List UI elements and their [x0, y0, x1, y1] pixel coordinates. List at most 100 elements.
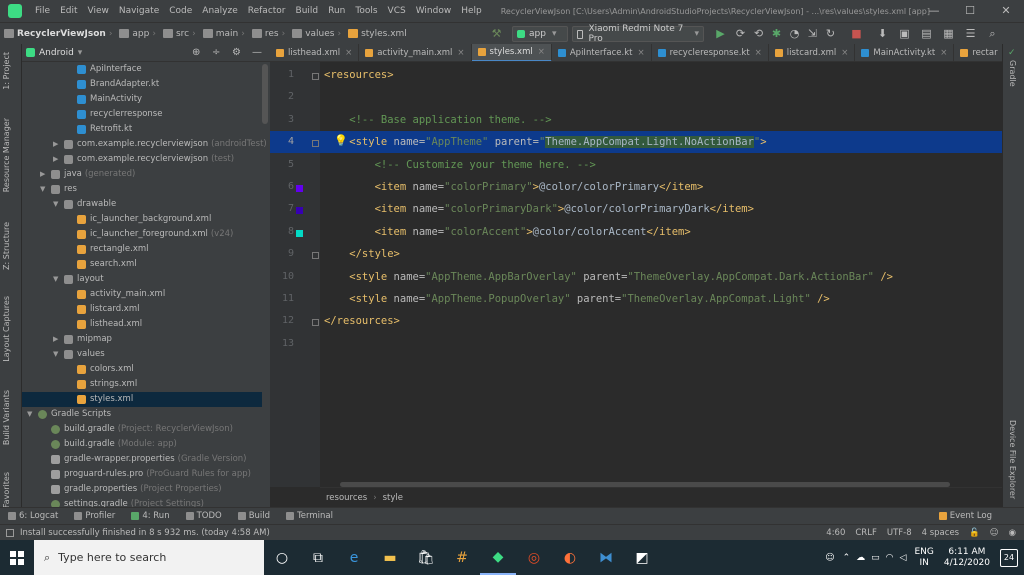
tree-item[interactable]: gradle-wrapper.properties (Gradle Version…: [40, 452, 270, 467]
chevron-down-icon[interactable]: ▾: [78, 48, 83, 58]
clock[interactable]: 6:11 AM 4/12/2020: [944, 547, 990, 569]
people-icon[interactable]: ☺: [825, 553, 834, 563]
tool-event-log[interactable]: Event Log: [931, 511, 1000, 521]
tree-item[interactable]: build.gradle (Module: app): [40, 437, 270, 452]
layout-inspector-icon[interactable]: ▦: [942, 27, 955, 40]
nav-crumb[interactable]: app ›: [115, 29, 159, 39]
tree-item[interactable]: listcard.xml: [66, 302, 296, 317]
store-icon[interactable]: 🛍: [408, 540, 444, 575]
fold-icon[interactable]: [312, 252, 319, 260]
tree-item[interactable]: ▼ Gradle Scripts: [27, 407, 257, 422]
tree-item[interactable]: search.xml: [66, 257, 296, 272]
slack-icon[interactable]: #: [444, 540, 480, 575]
tree-item[interactable]: gradle.properties (Project Properties): [40, 482, 270, 497]
color-swatch-icon[interactable]: [296, 207, 303, 215]
nav-crumb[interactable]: res ›: [248, 29, 288, 39]
menu-file[interactable]: File: [30, 6, 55, 16]
fold-icon[interactable]: [312, 140, 319, 148]
menu-window[interactable]: Window: [411, 6, 457, 16]
taskbar-search[interactable]: ⌕ Type here to search: [34, 540, 264, 575]
expanded-arrow-icon[interactable]: ▼: [40, 182, 49, 197]
tool-tab-resource-manager[interactable]: Resource Manager: [2, 118, 11, 192]
tree-item[interactable]: ▼ layout: [53, 272, 283, 287]
breadcrumb-resources[interactable]: resources: [326, 493, 367, 503]
close-tab-icon[interactable]: ×: [538, 47, 545, 57]
breadcrumb-style[interactable]: style: [383, 493, 403, 503]
menu-edit[interactable]: Edit: [55, 6, 82, 16]
hide-panel-icon[interactable]: —: [252, 47, 262, 58]
collapsed-arrow-icon[interactable]: ▶: [53, 332, 62, 347]
tree-item[interactable]: ▼ res: [40, 182, 270, 197]
tree-item[interactable]: listhead.xml: [66, 317, 296, 332]
tree-item[interactable]: styles.xml: [22, 392, 262, 407]
nav-crumb[interactable]: RecyclerViewJson ›: [0, 29, 115, 39]
nav-crumb[interactable]: main ›: [199, 29, 248, 39]
gear-icon[interactable]: ⚙: [232, 47, 241, 58]
tree-item[interactable]: Retrofit.kt: [66, 122, 296, 137]
task-view-icon[interactable]: ⧉: [300, 540, 336, 575]
apply-code-icon[interactable]: ⟲: [752, 27, 765, 40]
tool-tab-favorites[interactable]: Favorites: [2, 472, 11, 508]
tool-todo[interactable]: TODO: [178, 511, 230, 521]
nav-crumb[interactable]: values ›: [288, 29, 344, 39]
editor-tab[interactable]: recycleresponse.kt ×: [652, 44, 769, 61]
close-tab-icon[interactable]: ×: [637, 48, 644, 58]
nav-crumb[interactable]: styles.xml: [344, 29, 407, 39]
expanded-arrow-icon[interactable]: ▼: [53, 347, 62, 362]
inspector-icon[interactable]: ☺: [990, 528, 999, 538]
memory-icon[interactable]: ◉: [1009, 528, 1016, 538]
menu-analyze[interactable]: Analyze: [197, 6, 242, 16]
menu-view[interactable]: View: [83, 6, 114, 16]
collapse-icon[interactable]: ÷: [212, 47, 220, 58]
tree-item[interactable]: ▼ values: [53, 347, 283, 362]
fold-icon[interactable]: [312, 319, 319, 327]
android-studio-taskbar-icon[interactable]: ◆: [480, 540, 516, 575]
project-view-selector[interactable]: Android: [39, 48, 74, 58]
collapsed-arrow-icon[interactable]: ▶: [53, 152, 62, 167]
tree-item[interactable]: ▼ drawable: [53, 197, 283, 212]
vscode-icon[interactable]: ⧓: [588, 540, 624, 575]
menu-vcs[interactable]: VCS: [383, 6, 411, 16]
chrome-icon[interactable]: ◎: [516, 540, 552, 575]
tool-run[interactable]: 4: Run: [123, 511, 177, 521]
close-tab-icon[interactable]: ×: [345, 48, 352, 58]
tool-logcat[interactable]: 6: Logcat: [0, 511, 66, 521]
attach-debugger-icon[interactable]: ⇲: [806, 27, 819, 40]
editor-tab[interactable]: listcard.xml ×: [769, 44, 856, 61]
tool-build[interactable]: Build: [230, 511, 278, 521]
collapsed-arrow-icon[interactable]: ▶: [53, 137, 62, 152]
assistant-icon[interactable]: ☰: [964, 27, 977, 40]
tree-item[interactable]: ▶ com.example.recyclerviewjson (androidTes…: [53, 137, 283, 152]
expanded-arrow-icon[interactable]: ▼: [53, 272, 62, 287]
menu-build[interactable]: Build: [291, 6, 324, 16]
maximize-button[interactable]: ☐: [952, 0, 988, 22]
search-icon[interactable]: ⌕: [986, 27, 999, 40]
caret-position[interactable]: 4:60: [826, 528, 845, 538]
profile-icon[interactable]: ◔: [788, 27, 801, 40]
file-explorer-icon[interactable]: ▬: [372, 540, 408, 575]
tool-tab-project[interactable]: 1: Project: [2, 52, 11, 90]
device-manager-icon[interactable]: ▤: [920, 27, 933, 40]
color-swatch-icon[interactable]: [296, 229, 303, 237]
tree-item[interactable]: colors.xml: [66, 362, 296, 377]
menu-navigate[interactable]: Navigate: [114, 6, 164, 16]
hammer-icon[interactable]: ⚒: [490, 27, 503, 40]
tool-terminal[interactable]: Terminal: [278, 511, 341, 521]
tree-item[interactable]: strings.xml: [66, 377, 296, 392]
tree-item[interactable]: ic_launcher_foreground.xml (v24): [66, 227, 296, 242]
lightbulb-icon[interactable]: 💡: [334, 134, 348, 147]
edge-icon[interactable]: e: [336, 540, 372, 575]
notification-button[interactable]: 24: [1000, 548, 1018, 567]
editor-tab[interactable]: ApiInterface.kt ×: [552, 44, 652, 61]
close-tab-icon[interactable]: ×: [841, 48, 848, 58]
minimize-button[interactable]: —: [916, 0, 952, 22]
tool-tab-structure[interactable]: Z: Structure: [2, 222, 11, 270]
tool-tab-gradle[interactable]: Gradle: [1008, 60, 1017, 87]
start-button[interactable]: [0, 540, 34, 575]
collapsed-arrow-icon[interactable]: ▶: [40, 167, 49, 182]
device-select[interactable]: Xiaomi Redmi Note 7 Pro ▾: [572, 24, 704, 44]
fold-icon[interactable]: [312, 73, 319, 80]
editor-tab[interactable]: MainActivity.kt ×: [855, 44, 955, 61]
code-editor[interactable]: <resources> <!-- Base application theme.…: [320, 62, 1002, 487]
tree-item[interactable]: ▶ mipmap: [53, 332, 283, 347]
